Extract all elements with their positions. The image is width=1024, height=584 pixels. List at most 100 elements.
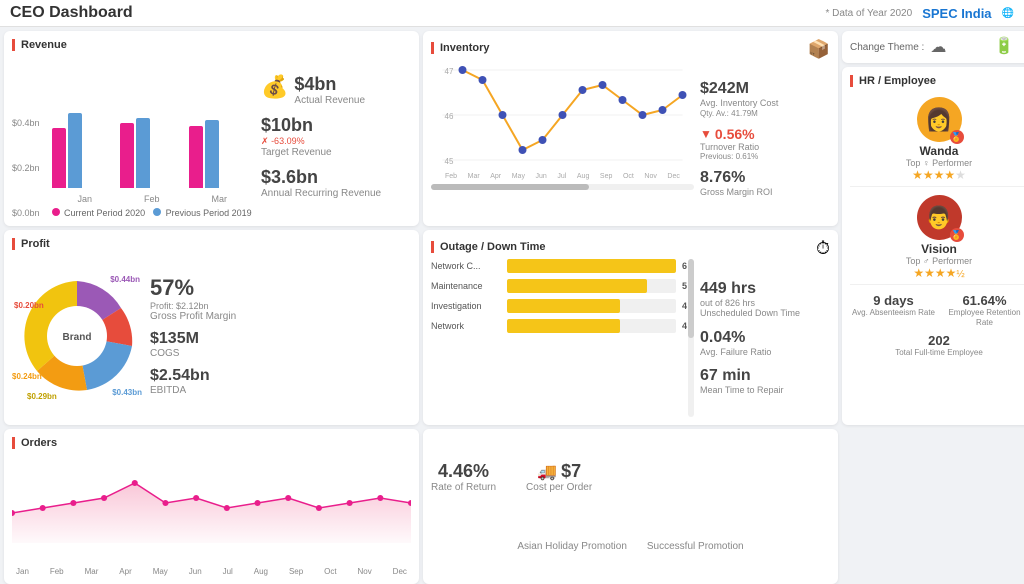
donut-label-purple: $0.44bn	[110, 275, 140, 284]
actual-revenue-row: 💰 $4bn Actual Revenue	[261, 74, 411, 107]
unscheduled-label: Unscheduled Down Time	[700, 308, 830, 319]
unscheduled-row: 449 hrs out of 826 hrs Unscheduled Down …	[700, 280, 830, 319]
inventory-line	[463, 70, 683, 150]
dot-jun	[539, 136, 547, 144]
bar-group-jan	[52, 113, 116, 188]
repair-row: 67 min Mean Time to Repair	[700, 367, 830, 396]
bar-group-mar	[189, 120, 253, 188]
donut-chart: Brand $0.44bn $0.20bn $0.43bn $0.24bn $0…	[12, 271, 142, 401]
clock-icon: ⏱	[816, 238, 830, 259]
outage-row-3: Network 4	[431, 319, 694, 333]
ebitda-label: EBITDA	[150, 385, 411, 396]
promo1: Asian Holiday Promotion	[517, 541, 627, 552]
dot-oct	[619, 96, 627, 104]
orders-dot-10	[316, 505, 322, 511]
ebitda-row: $2.54bn EBITDA	[150, 367, 411, 396]
cost-per-order-section: 🚚 $7 Cost per Order	[526, 461, 592, 493]
cogs-row: $135M COGS	[150, 330, 411, 359]
cogs-label: COGS	[150, 348, 411, 359]
dot-aug	[579, 86, 587, 94]
emp1-badge: 🏅	[950, 130, 964, 144]
outage-bar-bg-0	[507, 259, 676, 273]
revenue-stats: 💰 $4bn Actual Revenue $10bn ✗ -63.09% Ta…	[261, 55, 411, 218]
battery-icon: 🔋	[994, 36, 1014, 56]
outage-bar-bg-1	[507, 279, 676, 293]
orders-content: JanFeb MarApr MayJun JulAug SepOct NovDe…	[12, 453, 411, 576]
failure-row: 0.04% Avg. Failure Ratio	[700, 329, 830, 358]
outage-label-2: Investigation	[431, 301, 501, 311]
return-rate-section: 4.46% Rate of Return	[431, 461, 496, 493]
ebitda-value: $2.54bn	[150, 367, 411, 385]
orders-dot-2	[70, 500, 76, 506]
profit-margin-label: Gross Profit Margin	[150, 311, 411, 322]
globe-icon: 🌐	[1002, 8, 1014, 19]
dot-sep	[599, 81, 607, 89]
svg-text:47: 47	[445, 67, 454, 76]
spec-logo: SPEC India	[922, 6, 991, 21]
fulltime-label: Total Full-time Employee	[850, 348, 1024, 358]
promo-row: Asian Holiday Promotion Successful Promo…	[431, 541, 830, 552]
arr-value: $3.6bn	[261, 167, 411, 188]
outage-scrollbar[interactable]	[688, 259, 694, 417]
orders-dot-6	[193, 495, 199, 501]
retention-val: 61.64%	[941, 293, 1024, 308]
profit-margin-sub: Profit: $2.12bn	[150, 301, 411, 311]
data-note: * Data of Year 2020	[825, 8, 912, 19]
orders-area	[12, 483, 411, 543]
donut-center-text: Brand	[63, 332, 92, 343]
inventory-content: 47 46 45	[431, 60, 830, 218]
inv-turnover-row: ▼ 0.56% Turnover Ratio Previous: 0.61%	[700, 126, 830, 162]
outage-content: Network C... 6 Maintenance 5	[431, 259, 830, 417]
orders-x-labels: JanFeb MarApr MayJun JulAug SepOct NovDe…	[12, 567, 411, 576]
orders-chart	[12, 453, 411, 567]
inventory-header: Inventory 📦	[431, 39, 830, 60]
legend-current-dot	[52, 208, 60, 216]
revenue-card: Revenue $0.4bn $0.2bn $0.0bn	[4, 31, 419, 226]
bar-jan-previous	[68, 113, 82, 188]
header: CEO Dashboard * Data of Year 2020 SPEC I…	[0, 0, 1024, 27]
inventory-stats: $242M Avg. Inventory Cost Qty. Av.: 41.7…	[700, 60, 830, 218]
revenue-content: $0.4bn $0.2bn $0.0bn	[12, 55, 411, 218]
box-icon: 📦	[808, 39, 830, 60]
emp2-name: Vision	[921, 242, 957, 256]
emp1-role: Top ♀ Performer	[906, 158, 972, 168]
orders-dot-12	[377, 495, 383, 501]
theme-label: Change Theme :	[850, 42, 924, 53]
orders-dot-5	[162, 500, 168, 506]
repair-label: Mean Time to Repair	[700, 385, 830, 396]
actual-label: Actual Revenue	[294, 95, 365, 107]
scroll-thumb[interactable]	[431, 184, 589, 190]
emp1-avatar: 👩 🏅	[917, 97, 962, 142]
hr-title: HR / Employee	[850, 75, 1024, 87]
bar-jan-current	[52, 128, 66, 188]
outage-scrollbar-thumb[interactable]	[688, 259, 694, 338]
orders-title: Orders	[12, 437, 411, 449]
inv-cost-label: Avg. Inventory Cost	[700, 98, 830, 109]
dot-feb	[459, 66, 467, 74]
fulltime-stat: 202 Total Full-time Employee	[850, 331, 1024, 360]
scroll-track[interactable]	[431, 184, 694, 190]
emp2-role: Top ♂ Performer	[906, 256, 972, 266]
retention-label: Employee Retention Rate	[941, 308, 1024, 327]
orders-card: Orders	[4, 429, 419, 584]
orders-dot-1	[40, 505, 46, 511]
turnover-label: Turnover Ratio	[700, 142, 830, 153]
gross-margin-row: 57% Profit: $2.12bn Gross Profit Margin	[150, 275, 411, 322]
inventory-card: Inventory 📦 47 46 45	[423, 31, 838, 226]
svg-text:46: 46	[445, 112, 454, 121]
profit-stats: 57% Profit: $2.12bn Gross Profit Margin …	[150, 275, 411, 396]
target-value: $10bn	[261, 115, 332, 136]
absenteeism-label: Avg. Absenteeism Rate	[850, 308, 937, 318]
target-change: ✗ -63.09%	[261, 136, 332, 147]
donut-label-red: $0.20bn	[14, 301, 44, 310]
actual-value: $4bn	[294, 74, 365, 95]
failure-label: Avg. Failure Ratio	[700, 347, 830, 358]
outage-header: Outage / Down Time ⏱	[431, 238, 830, 259]
bar-feb-current	[120, 123, 134, 188]
inv-cost-sub: Qty. Av.: 41.79M	[700, 109, 830, 118]
outage-row-0: Network C... 6	[431, 259, 694, 273]
cloud-icon: ☁	[930, 37, 946, 57]
donut-label-orange: $0.24bn	[12, 372, 42, 381]
unscheduled-sub: out of 826 hrs	[700, 298, 830, 308]
x-axis-labels: Jan Feb Mar	[52, 194, 253, 204]
